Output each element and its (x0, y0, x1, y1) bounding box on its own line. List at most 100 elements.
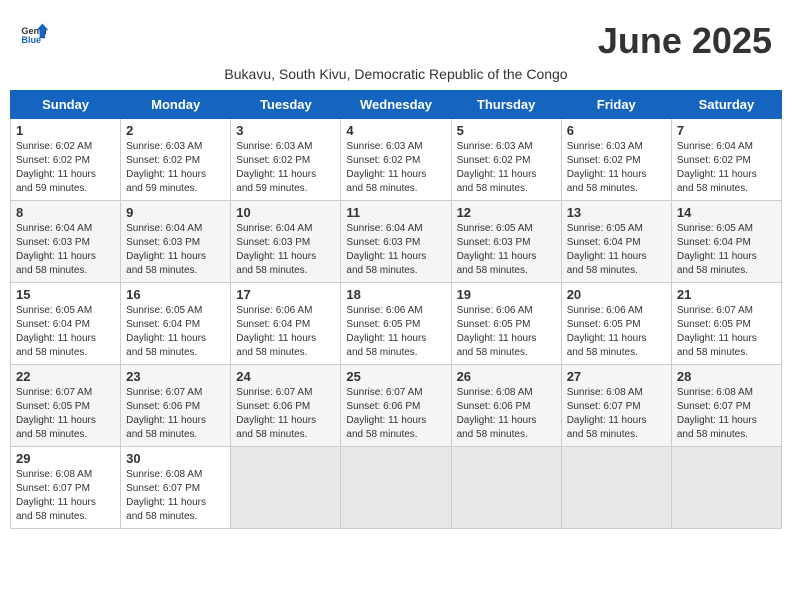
calendar-cell: 14 Sunrise: 6:05 AM Sunset: 6:04 PM Dayli… (671, 201, 781, 283)
day-number: 8 (16, 205, 115, 220)
day-info: Sunrise: 6:05 AM Sunset: 6:03 PM Dayligh… (457, 222, 556, 278)
calendar-week-1: 1Sunrise: 6:02 AM Sunset: 6:02 PM Daylig… (11, 119, 782, 201)
day-number: 3 (236, 123, 335, 138)
day-number: 17 (236, 287, 335, 302)
header-day-wednesday: Wednesday (341, 91, 451, 119)
day-info: Sunrise: 6:03 AM Sunset: 6:02 PM Dayligh… (567, 140, 666, 196)
day-info: Sunrise: 6:05 AM Sunset: 6:04 PM Dayligh… (567, 222, 666, 278)
day-number: 28 (677, 369, 776, 384)
day-number: 18 (346, 287, 445, 302)
calendar-cell: 11 Sunrise: 6:04 AM Sunset: 6:03 PM Dayli… (341, 201, 451, 283)
day-info: Sunrise: 6:05 AM Sunset: 6:04 PM Dayligh… (126, 304, 225, 360)
calendar-cell: 29 Sunrise: 6:08 AM Sunset: 6:07 PM Dayli… (11, 447, 121, 529)
day-info: Sunrise: 6:08 AM Sunset: 6:07 PM Dayligh… (16, 468, 115, 524)
day-number: 11 (346, 205, 445, 220)
day-info: Sunrise: 6:06 AM Sunset: 6:05 PM Dayligh… (567, 304, 666, 360)
day-number: 22 (16, 369, 115, 384)
calendar-cell: 2 Sunrise: 6:03 AM Sunset: 6:02 PM Daylig… (121, 119, 231, 201)
day-info: Sunrise: 6:04 AM Sunset: 6:03 PM Dayligh… (346, 222, 445, 278)
day-info: Sunrise: 6:05 AM Sunset: 6:04 PM Dayligh… (677, 222, 776, 278)
day-info: Sunrise: 6:04 AM Sunset: 6:03 PM Dayligh… (126, 222, 225, 278)
day-number: 12 (457, 205, 556, 220)
calendar-week-4: 22 Sunrise: 6:07 AM Sunset: 6:05 PM Dayli… (11, 365, 782, 447)
day-number: 5 (457, 123, 556, 138)
calendar-cell: 18 Sunrise: 6:06 AM Sunset: 6:05 PM Dayli… (341, 283, 451, 365)
day-info: Sunrise: 6:04 AM Sunset: 6:02 PM Dayligh… (677, 140, 776, 196)
calendar-cell: 4Sunrise: 6:03 AM Sunset: 6:02 PM Daylig… (341, 119, 451, 201)
day-number: 13 (567, 205, 666, 220)
logo-icon: General Blue (20, 20, 48, 48)
calendar-cell: 7 Sunrise: 6:04 AM Sunset: 6:02 PM Daylig… (671, 119, 781, 201)
day-number: 29 (16, 451, 115, 466)
day-number: 30 (126, 451, 225, 466)
header-day-thursday: Thursday (451, 91, 561, 119)
calendar-cell: 9Sunrise: 6:04 AM Sunset: 6:03 PM Daylig… (121, 201, 231, 283)
day-info: Sunrise: 6:07 AM Sunset: 6:06 PM Dayligh… (236, 386, 335, 442)
calendar-table: SundayMondayTuesdayWednesdayThursdayFrid… (10, 90, 782, 529)
calendar-week-2: 8 Sunrise: 6:04 AM Sunset: 6:03 PM Daylig… (11, 201, 782, 283)
day-number: 2 (126, 123, 225, 138)
calendar-cell: 19 Sunrise: 6:06 AM Sunset: 6:05 PM Dayli… (451, 283, 561, 365)
header-day-monday: Monday (121, 91, 231, 119)
day-info: Sunrise: 6:03 AM Sunset: 6:02 PM Dayligh… (126, 140, 225, 196)
calendar-cell: 25 Sunrise: 6:07 AM Sunset: 6:06 PM Dayli… (341, 365, 451, 447)
calendar-cell: 16 Sunrise: 6:05 AM Sunset: 6:04 PM Dayli… (121, 283, 231, 365)
day-info: Sunrise: 6:08 AM Sunset: 6:07 PM Dayligh… (126, 468, 225, 524)
day-number: 10 (236, 205, 335, 220)
header-day-tuesday: Tuesday (231, 91, 341, 119)
day-number: 14 (677, 205, 776, 220)
calendar-cell: 13 Sunrise: 6:05 AM Sunset: 6:04 PM Dayli… (561, 201, 671, 283)
calendar-cell (451, 447, 561, 529)
day-number: 27 (567, 369, 666, 384)
day-info: Sunrise: 6:06 AM Sunset: 6:05 PM Dayligh… (457, 304, 556, 360)
calendar-header: SundayMondayTuesdayWednesdayThursdayFrid… (11, 91, 782, 119)
calendar-cell: 6 Sunrise: 6:03 AM Sunset: 6:02 PM Daylig… (561, 119, 671, 201)
month-title: June 2025 (598, 20, 772, 62)
calendar-cell: 23 Sunrise: 6:07 AM Sunset: 6:06 PM Dayli… (121, 365, 231, 447)
day-info: Sunrise: 6:07 AM Sunset: 6:06 PM Dayligh… (346, 386, 445, 442)
header: General Blue June 2025 (10, 10, 782, 66)
day-number: 19 (457, 287, 556, 302)
calendar-cell: 8Sunrise: 6:04 AM Sunset: 6:03 PM Daylig… (11, 201, 121, 283)
day-info: Sunrise: 6:05 AM Sunset: 6:04 PM Dayligh… (16, 304, 115, 360)
calendar-cell: 26Sunrise: 6:08 AM Sunset: 6:06 PM Dayli… (451, 365, 561, 447)
day-number: 21 (677, 287, 776, 302)
calendar-week-5: 29 Sunrise: 6:08 AM Sunset: 6:07 PM Dayli… (11, 447, 782, 529)
calendar-cell: 1Sunrise: 6:02 AM Sunset: 6:02 PM Daylig… (11, 119, 121, 201)
logo: General Blue (20, 20, 48, 48)
calendar-cell (231, 447, 341, 529)
calendar-week-3: 15 Sunrise: 6:05 AM Sunset: 6:04 PM Dayli… (11, 283, 782, 365)
day-info: Sunrise: 6:08 AM Sunset: 6:07 PM Dayligh… (567, 386, 666, 442)
day-info: Sunrise: 6:04 AM Sunset: 6:03 PM Dayligh… (236, 222, 335, 278)
calendar-cell (671, 447, 781, 529)
day-info: Sunrise: 6:03 AM Sunset: 6:02 PM Dayligh… (457, 140, 556, 196)
calendar-cell: 12 Sunrise: 6:05 AM Sunset: 6:03 PM Dayli… (451, 201, 561, 283)
header-day-sunday: Sunday (11, 91, 121, 119)
day-info: Sunrise: 6:06 AM Sunset: 6:05 PM Dayligh… (346, 304, 445, 360)
day-info: Sunrise: 6:07 AM Sunset: 6:05 PM Dayligh… (677, 304, 776, 360)
day-number: 25 (346, 369, 445, 384)
day-number: 24 (236, 369, 335, 384)
day-number: 20 (567, 287, 666, 302)
calendar-cell (341, 447, 451, 529)
header-row: SundayMondayTuesdayWednesdayThursdayFrid… (11, 91, 782, 119)
day-info: Sunrise: 6:06 AM Sunset: 6:04 PM Dayligh… (236, 304, 335, 360)
day-info: Sunrise: 6:03 AM Sunset: 6:02 PM Dayligh… (346, 140, 445, 196)
calendar-cell (561, 447, 671, 529)
day-info: Sunrise: 6:07 AM Sunset: 6:06 PM Dayligh… (126, 386, 225, 442)
calendar-cell: 17 Sunrise: 6:06 AM Sunset: 6:04 PM Dayli… (231, 283, 341, 365)
calendar-cell: 5 Sunrise: 6:03 AM Sunset: 6:02 PM Daylig… (451, 119, 561, 201)
day-number: 15 (16, 287, 115, 302)
day-number: 23 (126, 369, 225, 384)
calendar-cell: 21 Sunrise: 6:07 AM Sunset: 6:05 PM Dayli… (671, 283, 781, 365)
header-day-friday: Friday (561, 91, 671, 119)
calendar-cell: 20 Sunrise: 6:06 AM Sunset: 6:05 PM Dayli… (561, 283, 671, 365)
calendar-cell: 10 Sunrise: 6:04 AM Sunset: 6:03 PM Dayli… (231, 201, 341, 283)
day-number: 6 (567, 123, 666, 138)
header-day-saturday: Saturday (671, 91, 781, 119)
calendar-body: 1Sunrise: 6:02 AM Sunset: 6:02 PM Daylig… (11, 119, 782, 529)
day-number: 16 (126, 287, 225, 302)
day-info: Sunrise: 6:07 AM Sunset: 6:05 PM Dayligh… (16, 386, 115, 442)
day-info: Sunrise: 6:03 AM Sunset: 6:02 PM Dayligh… (236, 140, 335, 196)
day-number: 7 (677, 123, 776, 138)
